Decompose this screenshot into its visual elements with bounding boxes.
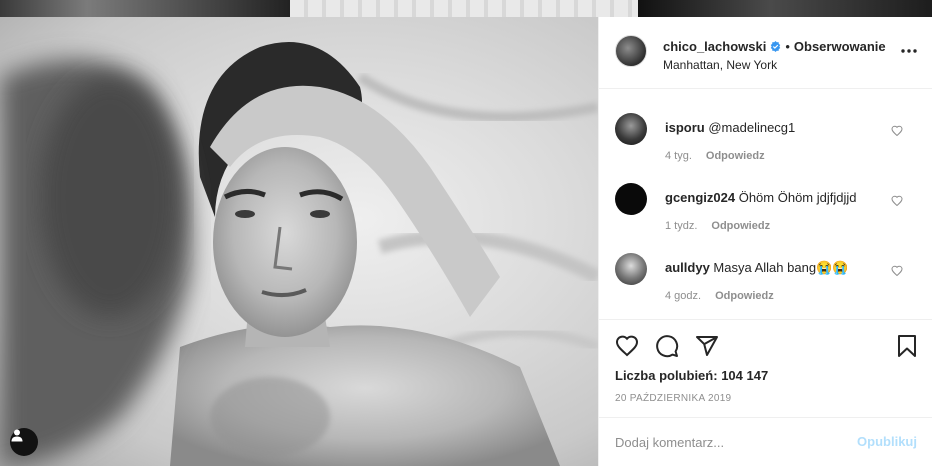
reply-button[interactable]: Odpowiedz [715,290,774,302]
likes-number: 104 147 [721,368,769,383]
background-feed-strip [0,0,932,17]
person-icon [11,429,23,442]
save-bookmark-icon[interactable] [895,334,919,358]
author-avatar[interactable] [615,35,647,67]
comment-time: 1 tydz. [665,220,698,232]
comment-time: 4 tyg. [665,150,692,162]
post-date: 20 PAŹDZIERNIKA 2019 [615,393,732,404]
commenter-username[interactable]: aulldyy [665,260,710,275]
comment-body: Öhöm Öhöm jdjfjdjjd [738,190,857,205]
comment-meta: 4 tyg. Odpowiedz [665,150,765,162]
comment-meta: 1 tydz. Odpowiedz [665,220,770,232]
feed-thumbnail [290,0,638,17]
post-details-panel: chico_lachowski • Obserwowanie Manhattan… [598,17,932,466]
comment-input[interactable] [615,432,845,452]
likes-label: Liczba polubień: [615,368,718,383]
comment-text: aulldyy Masya Allah bang😭😭 [665,260,895,276]
commenter-avatar[interactable] [615,113,647,145]
likes-count[interactable]: Liczba polubień: 104 147 [615,368,768,383]
feed-thumbnail [638,0,932,17]
feed-thumbnail [0,0,290,17]
commenter-username[interactable]: isporu [665,120,705,135]
publish-button[interactable]: Opublikuj [857,434,917,449]
heart-icon[interactable] [891,195,903,207]
author-line: chico_lachowski • Obserwowanie [663,39,886,54]
comment-meta: 4 godz. Odpowiedz [665,290,774,302]
reply-button[interactable]: Odpowiedz [711,220,770,232]
commenter-avatar[interactable] [615,183,647,215]
reply-button[interactable]: Odpowiedz [706,150,765,162]
heart-icon[interactable] [891,125,903,137]
share-send-icon[interactable] [695,334,719,358]
comment-body: @madelinecg1 [708,120,796,135]
comment-bubble-icon[interactable] [655,334,679,358]
verified-badge-icon [771,41,781,52]
author-username[interactable]: chico_lachowski [663,39,766,54]
post-location[interactable]: Manhattan, New York [663,58,777,72]
heart-icon[interactable] [891,265,903,277]
add-comment-section: Opublikuj [599,417,932,466]
commenter-username[interactable]: gcengiz024 [665,190,735,205]
comment-body: Masya Allah bang😭😭 [713,260,849,275]
post-photo[interactable] [0,17,598,466]
separator-dot: • [785,39,790,54]
comments-list: isporu @madelinecg1 4 tyg. Odpowiedz gcen… [599,89,932,319]
comment-text: isporu @madelinecg1 [665,120,895,135]
post-header: chico_lachowski • Obserwowanie Manhattan… [599,17,932,89]
more-options-icon[interactable] [899,43,919,59]
comment-text: gcengiz024 Öhöm Öhöm jdjfjdjjd [665,190,895,205]
post-actions: Liczba polubień: 104 147 20 PAŹDZIERNIKA… [599,319,932,429]
comment-time: 4 godz. [665,290,702,302]
like-heart-icon[interactable] [615,334,639,358]
user-tag-button[interactable] [10,428,38,456]
commenter-avatar[interactable] [615,253,647,285]
following-button[interactable]: Obserwowanie [794,39,886,54]
post-photo-image [0,42,598,466]
